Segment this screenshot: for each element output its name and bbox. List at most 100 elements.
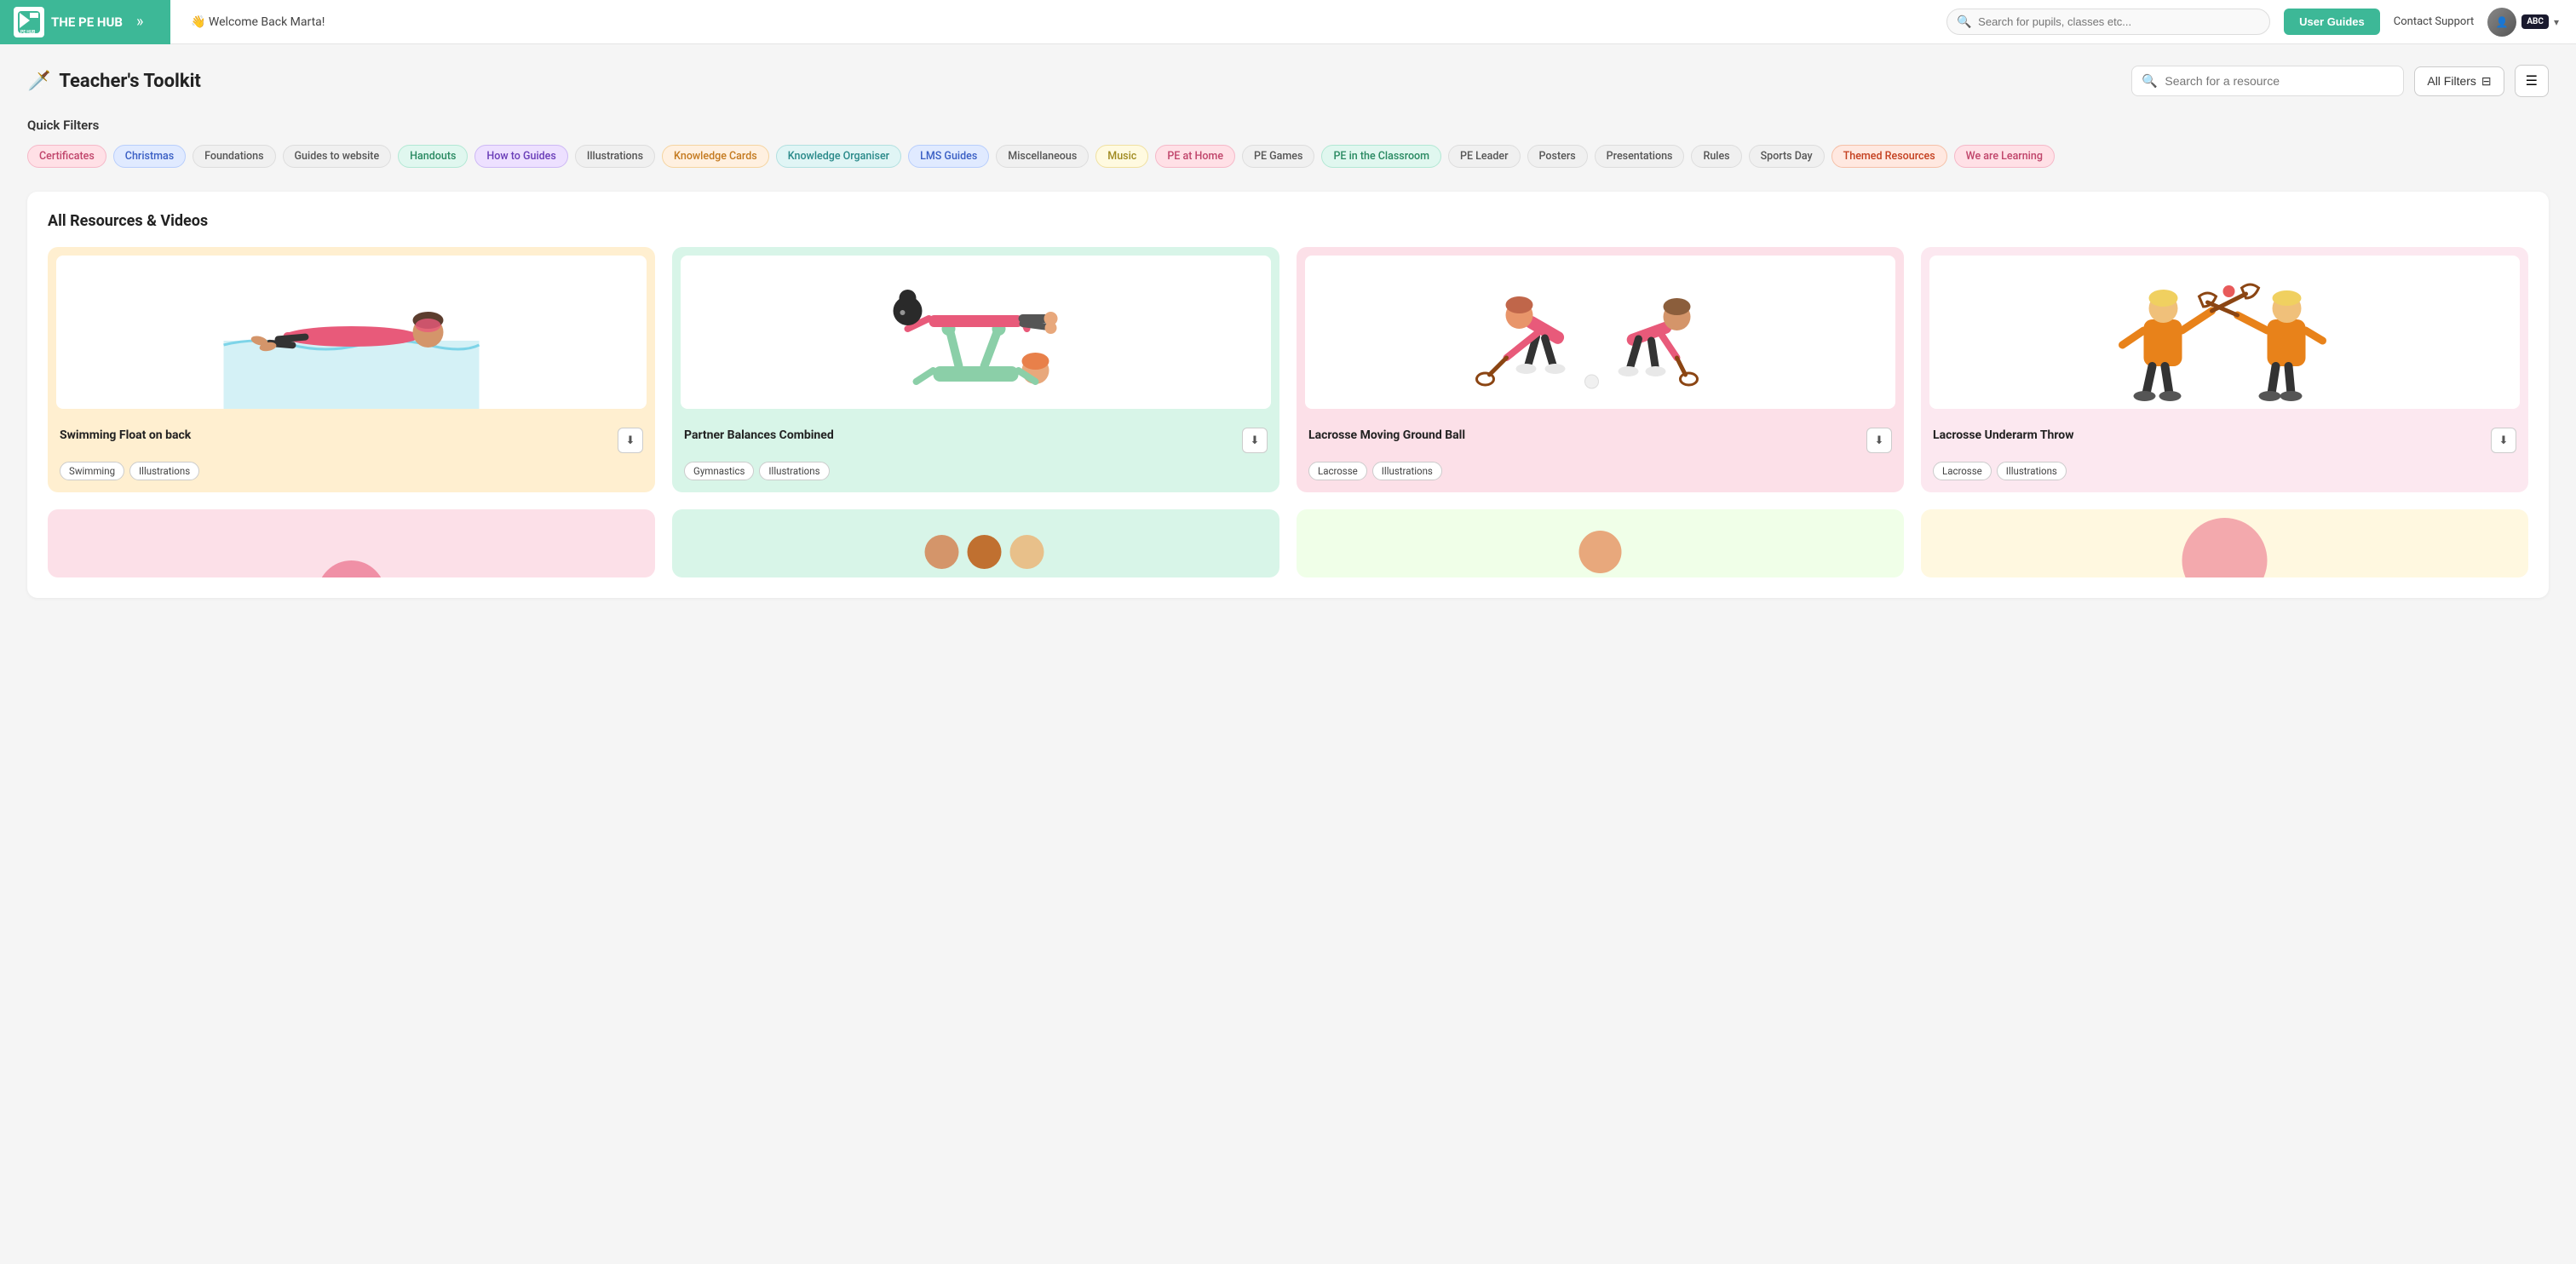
avatar-image: 👤 (2487, 8, 2516, 37)
tag-illustrations[interactable]: Illustrations (1372, 462, 1442, 480)
tag-illustrations[interactable]: Illustrations (129, 462, 199, 480)
filter-chip[interactable]: How to Guides (474, 145, 567, 168)
filter-label: All Filters (2427, 74, 2476, 88)
card-image-area (1921, 247, 2528, 417)
partial-card (1297, 509, 1904, 577)
card-image-area (1297, 247, 1904, 417)
card-image-inner (681, 256, 1271, 409)
tag-illustrations[interactable]: Illustrations (1997, 462, 2067, 480)
partial-illustration (1921, 509, 2528, 577)
partial-card (672, 509, 1279, 577)
lacrosse-throw-illustration (1929, 256, 2520, 409)
filter-chip[interactable]: Posters (1527, 145, 1588, 168)
card-image-area (48, 247, 655, 417)
filter-chip[interactable]: Certificates (27, 145, 106, 168)
filter-chip[interactable]: Rules (1691, 145, 1741, 168)
filter-chip[interactable]: Knowledge Cards (662, 145, 769, 168)
card-title-row: Partner Balances Combined ⬇ (684, 428, 1268, 453)
card-tags: Swimming Illustrations (60, 462, 643, 480)
sort-icon: ☰ (2526, 72, 2538, 89)
filter-chip[interactable]: PE Leader (1448, 145, 1521, 168)
main-content: 🗡️ Teacher's Toolkit 🔍 All Filters ⊟ ☰ Q… (0, 44, 2576, 618)
filter-chip[interactable]: PE at Home (1155, 145, 1235, 168)
filter-chip[interactable]: Guides to website (283, 145, 392, 168)
filter-icon: ⊟ (2481, 74, 2492, 89)
lacrosse-ground-illustration (1305, 256, 1895, 409)
sort-button[interactable]: ☰ (2515, 65, 2549, 97)
tag-gymnastics[interactable]: Gymnastics (684, 462, 754, 480)
card-body: Lacrosse Moving Ground Ball ⬇ Lacrosse I… (1297, 417, 1904, 492)
card-body: Lacrosse Underarm Throw ⬇ Lacrosse Illus… (1921, 417, 2528, 492)
logo-text: THE PE HUB (51, 14, 123, 30)
card-tags: Lacrosse Illustrations (1308, 462, 1892, 480)
download-button[interactable]: ⬇ (1866, 428, 1892, 453)
card-title-row: Lacrosse Moving Ground Ball ⬇ (1308, 428, 1892, 453)
filter-chip[interactable]: Presentations (1595, 145, 1685, 168)
card-title: Lacrosse Underarm Throw (1933, 428, 2074, 443)
svg-text:PE HUB: PE HUB (20, 30, 35, 35)
filter-chip[interactable]: PE in the Classroom (1321, 145, 1441, 168)
card-tags: Gymnastics Illustrations (684, 462, 1268, 480)
download-button[interactable]: ⬇ (1242, 428, 1268, 453)
header-right-controls: 🔍 All Filters ⊟ ☰ (2131, 65, 2549, 97)
resource-card: Partner Balances Combined ⬇ Gymnastics I… (672, 247, 1279, 492)
welcome-message: 👋 Welcome Back Marta! (191, 15, 325, 29)
filter-chip[interactable]: Foundations (193, 145, 275, 168)
filter-chip[interactable]: Knowledge Organiser (776, 145, 901, 168)
partial-card-inner (48, 509, 655, 577)
tag-illustrations[interactable]: Illustrations (759, 462, 829, 480)
card-title-row: Swimming Float on back ⬇ (60, 428, 643, 453)
download-button[interactable]: ⬇ (618, 428, 643, 453)
user-avatar-area[interactable]: 👤 ABC ▾ (2487, 8, 2559, 37)
quick-filters-label: Quick Filters (27, 118, 2549, 133)
filter-chip[interactable]: LMS Guides (908, 145, 989, 168)
card-title: Lacrosse Moving Ground Ball (1308, 428, 1465, 443)
resources-section: All Resources & Videos (27, 192, 2549, 598)
filter-chip[interactable]: PE Games (1242, 145, 1314, 168)
filter-chip[interactable]: Music (1095, 145, 1148, 168)
user-guides-button[interactable]: User Guides (2284, 9, 2380, 35)
tag-lacrosse[interactable]: Lacrosse (1933, 462, 1992, 480)
page-title-area: 🗡️ Teacher's Toolkit (27, 71, 201, 92)
card-body: Partner Balances Combined ⬇ Gymnastics I… (672, 417, 1279, 492)
partial-card-inner (1297, 509, 1904, 577)
partial-illustration (48, 509, 655, 577)
nav-expand-icon[interactable]: » (136, 13, 143, 31)
filter-chip[interactable]: Themed Resources (1831, 145, 1947, 168)
gymnastics-illustration (681, 256, 1271, 409)
resource-cards-bottom-grid (48, 509, 2528, 577)
filter-chip[interactable]: Handouts (398, 145, 468, 168)
resource-cards-grid: Swimming Float on back ⬇ Swimming Illust… (48, 247, 2528, 492)
resources-section-title: All Resources & Videos (48, 212, 2528, 230)
filter-chip[interactable]: Miscellaneous (996, 145, 1089, 168)
card-image-inner (1929, 256, 2520, 409)
filter-chip[interactable]: Illustrations (575, 145, 655, 168)
card-title: Partner Balances Combined (684, 428, 834, 443)
partial-illustration (672, 509, 1279, 577)
partial-card (1921, 509, 2528, 577)
tag-swimming[interactable]: Swimming (60, 462, 124, 480)
avatar: 👤 (2487, 8, 2516, 37)
top-navigation: PE HUB THE PE HUB » 👋 Welcome Back Marta… (0, 0, 2576, 44)
card-tags: Lacrosse Illustrations (1933, 462, 2516, 480)
tag-lacrosse[interactable]: Lacrosse (1308, 462, 1367, 480)
user-badge: ABC (2521, 14, 2549, 29)
filter-chip[interactable]: Christmas (113, 145, 186, 168)
page-header: 🗡️ Teacher's Toolkit 🔍 All Filters ⊟ ☰ (27, 65, 2549, 97)
download-button[interactable]: ⬇ (2491, 428, 2516, 453)
logo-icon: PE HUB (14, 7, 44, 37)
partial-illustration (1297, 509, 1904, 577)
card-title-row: Lacrosse Underarm Throw ⬇ (1933, 428, 2516, 453)
contact-support-link[interactable]: Contact Support (2394, 15, 2475, 28)
card-image-inner (1305, 256, 1895, 409)
filter-chip[interactable]: Sports Day (1749, 145, 1825, 168)
resource-card: Lacrosse Moving Ground Ball ⬇ Lacrosse I… (1297, 247, 1904, 492)
filter-chip[interactable]: We are Learning (1954, 145, 2055, 168)
partial-card-inner (1921, 509, 2528, 577)
resource-card: Swimming Float on back ⬇ Swimming Illust… (48, 247, 655, 492)
resource-search-input[interactable] (2131, 66, 2404, 96)
toolkit-icon: 🗡️ (27, 71, 50, 92)
all-filters-button[interactable]: All Filters ⊟ (2414, 66, 2504, 96)
nav-search-input[interactable] (1946, 9, 2270, 35)
swimming-illustration (56, 256, 647, 409)
